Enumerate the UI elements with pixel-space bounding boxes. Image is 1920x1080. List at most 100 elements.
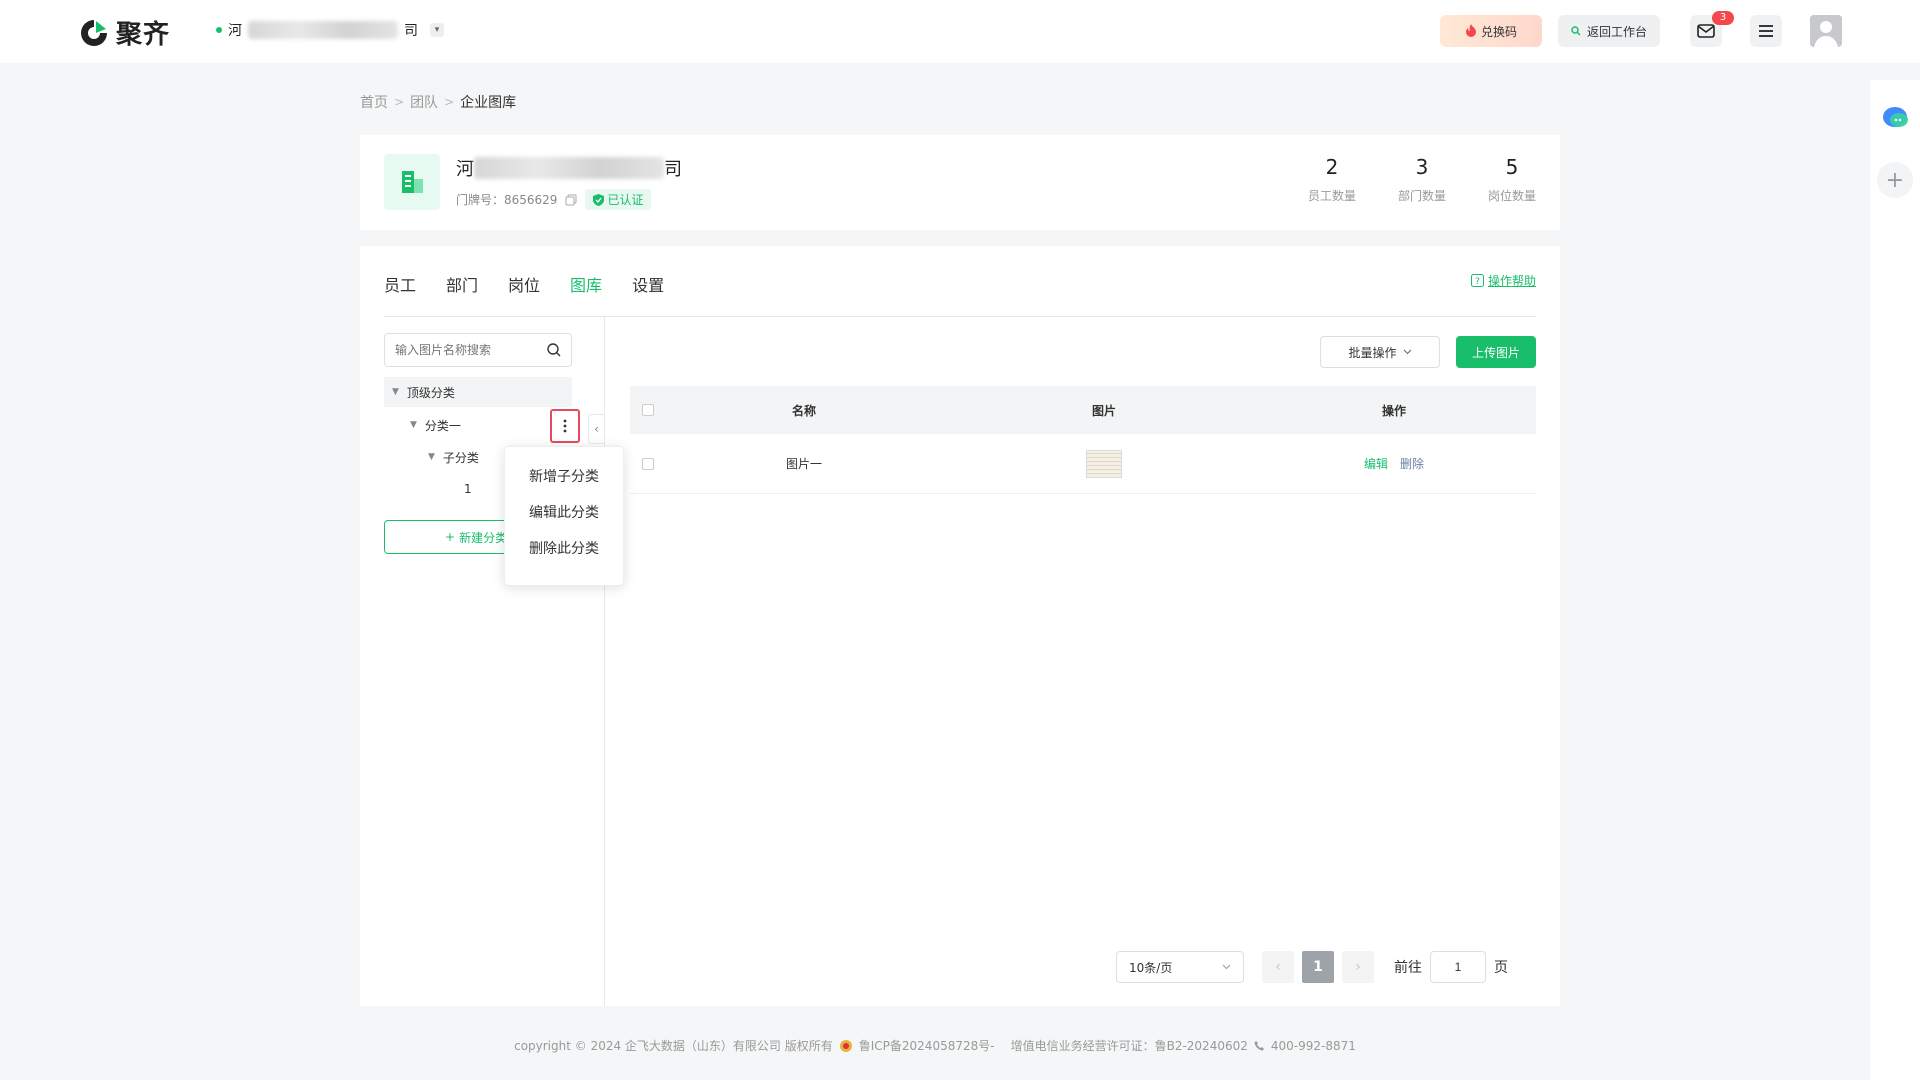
table-header: 名称 图片 操作 [630, 386, 1536, 434]
select-all-checkbox[interactable] [642, 404, 654, 416]
search-small-icon [1571, 26, 1581, 36]
tab-departments[interactable]: 部门 [446, 272, 478, 296]
mail-count-badge: 3 [1712, 11, 1734, 25]
org-switcher[interactable]: 河 司 ▾ [216, 20, 444, 40]
breadcrumb-home[interactable]: 首页 [360, 92, 388, 112]
stat-value: 2 [1325, 155, 1339, 179]
new-category-label: 新建分类 [459, 530, 508, 545]
image-thumbnail[interactable] [1086, 449, 1122, 478]
company-card: 河 司 门牌号：8656629 已认证 2 员工数量 3 部门数量 5 岗位数量 [360, 135, 1560, 230]
tab-employees[interactable]: 员工 [384, 272, 416, 296]
edit-link[interactable]: 编辑 [1364, 455, 1388, 472]
tree-node-leaf[interactable]: 1 [464, 474, 472, 504]
caret-down-icon[interactable]: ▼ [410, 420, 417, 430]
top-bar: 聚齐 河 司 ▾ 兑换码 返回工作台 3 [0, 0, 1920, 63]
redeem-label: 兑换码 [1480, 24, 1517, 39]
category-context-menu: 新增子分类 编辑此分类 删除此分类 [504, 446, 624, 586]
redacted-org-name [248, 21, 398, 39]
batch-label: 批量操作 [1348, 345, 1397, 360]
divider [384, 316, 1536, 317]
batch-actions-button[interactable]: 批量操作 [1320, 336, 1440, 368]
breadcrumb-separator: > [444, 95, 455, 109]
phone-number: 400-992-8871 [1270, 1038, 1356, 1053]
column-header-name: 名称 [791, 403, 816, 418]
more-options-button[interactable] [550, 409, 580, 443]
stat-positions[interactable]: 5 岗位数量 [1488, 155, 1536, 204]
divider [604, 317, 605, 1006]
user-avatar[interactable] [1810, 15, 1842, 47]
mail-icon [1697, 24, 1715, 38]
image-search-box[interactable] [384, 333, 572, 367]
stat-label: 员工数量 [1308, 189, 1357, 203]
next-page-button[interactable]: › [1342, 951, 1374, 983]
footer: copyright © 2024 企飞大数据（山东）有限公司 版权所有 鲁ICP… [0, 1037, 1870, 1054]
help-link[interactable]: ? 操作帮助 [1470, 272, 1536, 289]
company-meta: 门牌号：8656629 已认证 [456, 189, 652, 210]
back-to-workbench-button[interactable]: 返回工作台 [1558, 15, 1660, 47]
org-name-suffix: 司 [404, 23, 418, 39]
org-name-prefix: 河 [228, 23, 242, 39]
stat-employees[interactable]: 2 员工数量 [1308, 155, 1356, 204]
caret-down-icon[interactable]: ▼ [392, 387, 399, 397]
caret-down-icon[interactable]: ▼ [428, 452, 435, 462]
collapse-sidebar-button[interactable]: ‹ [588, 414, 604, 444]
goto-page-input[interactable] [1430, 951, 1486, 983]
prev-page-button[interactable]: ‹ [1262, 951, 1294, 983]
page-size-select[interactable]: 10条/页 [1116, 951, 1244, 983]
delete-link[interactable]: 删除 [1400, 455, 1424, 472]
redacted-company-name [474, 157, 664, 179]
stat-value: 3 [1415, 155, 1429, 179]
stat-departments[interactable]: 3 部门数量 [1398, 155, 1446, 204]
pagination: 10条/页 ‹ 1 › 前往 页 [1116, 951, 1508, 983]
chat-bubble-icon[interactable] [1881, 104, 1909, 132]
breadcrumb-team[interactable]: 团队 [410, 92, 438, 112]
building-icon [402, 171, 423, 193]
tree-node-label: 子分类 [442, 450, 479, 465]
copy-icon[interactable] [565, 194, 577, 206]
column-header-actions: 操作 [1381, 403, 1406, 418]
image-name: 图片一 [785, 457, 822, 471]
tab-settings[interactable]: 设置 [632, 272, 664, 296]
image-search-input[interactable] [395, 343, 535, 357]
tab-bar: 员工 部门 岗位 图库 设置 [384, 272, 664, 296]
verified-label: 已认证 [607, 193, 644, 207]
verified-badge: 已认证 [585, 189, 652, 210]
page-suffix: 页 [1494, 960, 1508, 976]
help-label: 操作帮助 [1487, 274, 1536, 288]
row-checkbox[interactable] [642, 457, 654, 470]
logo[interactable]: 聚齐 [78, 14, 170, 51]
tree-node-subcategory[interactable]: ▼ 子分类 [428, 442, 479, 472]
chevron-right-icon: › [1355, 959, 1361, 975]
door-number: 门牌号：8656629 [456, 193, 558, 207]
menu-button[interactable] [1750, 15, 1782, 47]
help-icon: ? [1470, 274, 1484, 287]
menu-item-edit-category[interactable]: 编辑此分类 [505, 495, 623, 531]
tree-node-category-one[interactable]: ▼ 分类一 [410, 410, 530, 440]
upload-image-button[interactable]: 上传图片 [1456, 336, 1536, 368]
tab-positions[interactable]: 岗位 [508, 272, 540, 296]
tree-node-label: 顶级分类 [406, 385, 455, 400]
chevron-down-icon[interactable]: ▾ [430, 23, 444, 37]
add-icon[interactable]: + [1877, 162, 1913, 198]
plus-icon: + [445, 530, 456, 544]
user-icon [1810, 15, 1842, 47]
back-label: 返回工作台 [1586, 24, 1647, 39]
svg-text:?: ? [1475, 277, 1480, 287]
breadcrumb-current: 企业图库 [460, 95, 517, 111]
breadcrumb-separator: > [394, 95, 405, 109]
status-dot [216, 27, 222, 33]
chevron-down-icon [1403, 349, 1411, 355]
tab-gallery[interactable]: 图库 [570, 272, 602, 296]
tree-node-top-category[interactable]: ▼ 顶级分类 [384, 377, 572, 407]
icp-link[interactable]: 鲁ICP备2024058728号- [859, 1037, 995, 1054]
company-stats: 2 员工数量 3 部门数量 5 岗位数量 [1308, 155, 1536, 204]
menu-item-add-subcategory[interactable]: 新增子分类 [505, 459, 623, 495]
chevron-down-icon [1222, 964, 1231, 970]
logo-text: 聚齐 [116, 20, 171, 50]
company-logo [384, 154, 440, 210]
redeem-code-button[interactable]: 兑换码 [1440, 15, 1542, 47]
search-icon[interactable] [547, 343, 561, 357]
image-cell [954, 449, 1254, 478]
menu-item-delete-category[interactable]: 删除此分类 [505, 531, 623, 567]
page-number-current[interactable]: 1 [1302, 951, 1334, 983]
